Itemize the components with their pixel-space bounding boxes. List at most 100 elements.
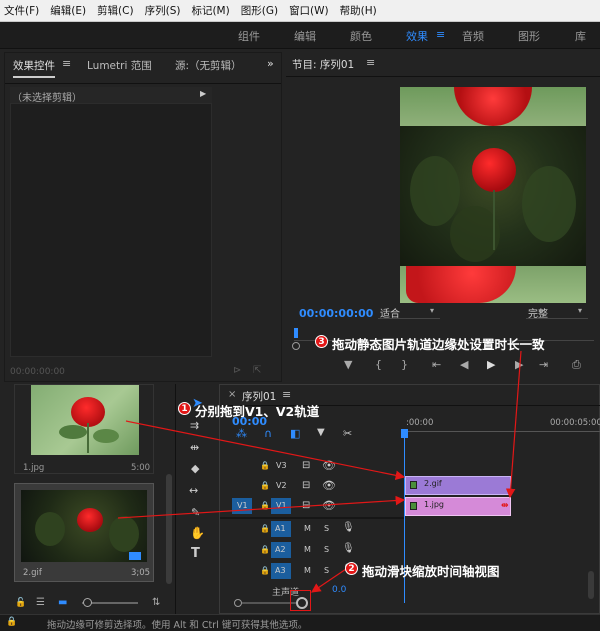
sort-icon[interactable]: ⇅ <box>152 597 160 608</box>
solo-button[interactable]: S <box>324 524 329 533</box>
menu-help[interactable]: 帮助(H) <box>340 3 377 18</box>
mark-out-icon[interactable]: } <box>401 358 408 371</box>
workspace-graphics[interactable]: 图形 <box>518 28 540 44</box>
lock-icon[interactable]: 🔒 <box>260 545 270 554</box>
clip-2gif[interactable]: 2.gif <box>405 476 511 495</box>
track-target-a3[interactable]: A3 <box>271 563 291 579</box>
mute-button[interactable]: M <box>304 524 311 533</box>
track-v1: V1 🔒 V1 ⊟ 👁 <box>220 497 404 517</box>
quality-dropdown[interactable]: 完整 ▾ <box>526 305 588 320</box>
timeline-zoom-bar[interactable] <box>242 602 296 604</box>
eye-icon[interactable]: 👁 <box>322 499 336 512</box>
timeline-menu-icon[interactable]: ≡ <box>282 388 291 401</box>
go-to-out-icon[interactable]: ⇥ <box>539 358 548 371</box>
menu-file[interactable]: 文件(F) <box>4 3 39 18</box>
workspace-menu-icon[interactable]: ≡ <box>436 28 445 41</box>
track-target-a1[interactable]: A1 <box>271 521 291 537</box>
slip-tool-icon[interactable]: ↔ <box>189 484 198 497</box>
workspace-effects[interactable]: 效果 <box>406 28 428 44</box>
fit-dropdown[interactable]: 适合 ▾ <box>378 305 440 320</box>
workspace-color[interactable]: 颜色 <box>350 28 372 44</box>
workspace-audio[interactable]: 音频 <box>462 28 484 44</box>
go-to-in-icon[interactable]: ⇤ <box>432 358 441 371</box>
workspace-assembly[interactable]: 组件 <box>238 28 260 44</box>
play-icon[interactable]: ▶ <box>487 358 495 371</box>
close-icon[interactable]: × <box>228 389 236 400</box>
playhead-marker[interactable] <box>294 328 298 338</box>
mute-button[interactable]: M <box>304 545 311 554</box>
source-patch-v1[interactable]: V1 <box>232 498 252 514</box>
snap-icon[interactable]: ∩ <box>264 427 272 440</box>
sync-lock-icon[interactable]: ⊟ <box>302 480 310 491</box>
program-timecode[interactable]: 00:00:00:00 <box>299 307 373 320</box>
project-scrollbar[interactable] <box>166 474 172 584</box>
thumbnail-size-handle[interactable] <box>83 598 92 607</box>
project-item-2[interactable]: 2.gif 3;05 <box>14 483 154 582</box>
program-video-frame[interactable] <box>400 87 586 303</box>
add-marker-icon[interactable]: ▼ <box>344 358 352 371</box>
lock-icon[interactable]: 🔒 <box>260 481 270 490</box>
add-marker-timeline-icon[interactable]: ▼ <box>317 427 325 438</box>
microphone-icon[interactable]: 🎙 <box>342 522 355 533</box>
mute-button[interactable]: M <box>304 566 311 575</box>
settings-wrench-icon[interactable]: ✂ <box>343 427 352 440</box>
menu-graphics[interactable]: 图形(G) <box>241 3 278 18</box>
export-frame-button-icon[interactable]: ⎙ <box>572 358 581 372</box>
time-ruler[interactable] <box>404 431 600 432</box>
linked-selection-icon[interactable]: ◧ <box>290 427 300 440</box>
tab-source[interactable]: 源:（无剪辑） <box>175 58 242 73</box>
menu-sequence[interactable]: 序列(S) <box>145 3 181 18</box>
zoom-handle-left[interactable] <box>292 342 300 350</box>
timeline-vertical-scrollbar[interactable] <box>588 571 594 599</box>
tab-lumetri-scopes[interactable]: Lumetri 范围 <box>87 58 152 73</box>
program-title[interactable]: 节目: 序列01 <box>292 57 354 72</box>
play-only-icon[interactable]: ▶ <box>200 89 206 98</box>
step-back-icon[interactable]: ◀ <box>460 358 468 371</box>
step-forward-icon[interactable]: ▶ <box>515 358 523 371</box>
eye-icon[interactable]: 👁 <box>322 479 336 492</box>
master-volume[interactable]: 0.0 <box>332 585 346 595</box>
hand-tool-icon[interactable]: ✋ <box>190 526 205 540</box>
zoom-start-handle[interactable] <box>234 599 242 607</box>
trim-cursor-icon[interactable]: ⇹ <box>501 501 509 511</box>
project-item-1[interactable]: 1.jpg 5:00 <box>14 384 154 474</box>
track-target-a2[interactable]: A2 <box>271 542 291 558</box>
menu-clip[interactable]: 剪辑(C) <box>97 3 134 18</box>
lock-icon[interactable]: 🔒 <box>260 566 270 575</box>
middle-image-gif <box>400 126 586 266</box>
razor-tool-icon[interactable]: ◆ <box>191 462 199 475</box>
tab-effect-controls[interactable]: 效果控件 <box>13 58 55 78</box>
pen-tool-icon[interactable]: ✎ <box>191 506 200 519</box>
panel-menu-icon[interactable]: ≡ <box>62 57 71 70</box>
workspace-libraries[interactable]: 库 <box>575 28 586 44</box>
filter-icon[interactable]: ⊳ <box>233 365 241 376</box>
track-target-v1[interactable]: V1 <box>271 498 291 514</box>
clip-1jpg[interactable]: 1.jpg <box>405 497 511 516</box>
eye-icon[interactable]: 👁 <box>322 459 336 472</box>
menu-window[interactable]: 窗口(W) <box>289 3 329 18</box>
ripple-edit-icon[interactable]: ⇹ <box>190 441 199 454</box>
solo-button[interactable]: S <box>324 566 329 575</box>
lock-icon[interactable]: 🔓 <box>15 598 26 608</box>
workspace-editing[interactable]: 编辑 <box>294 28 316 44</box>
export-frame-icon[interactable]: ⇱ <box>253 365 261 376</box>
icon-view-icon[interactable]: ▬ <box>58 597 67 608</box>
mark-in-icon[interactable]: { <box>375 358 382 371</box>
list-view-icon[interactable]: ☰ <box>36 597 45 608</box>
microphone-icon[interactable]: 🎙 <box>342 543 355 554</box>
program-menu-icon[interactable]: ≡ <box>366 56 375 69</box>
playhead-handle[interactable] <box>401 429 408 438</box>
lock-icon[interactable]: 🔒 <box>260 501 270 510</box>
menu-marker[interactable]: 标记(M) <box>191 3 229 18</box>
track-select-icon[interactable]: ⇉ <box>190 419 199 432</box>
lock-icon[interactable]: 🔒 <box>260 461 270 470</box>
sync-lock-icon[interactable]: ⊟ <box>302 460 310 471</box>
menu-edit[interactable]: 编辑(E) <box>50 3 86 18</box>
expand-panels-icon[interactable]: » <box>267 57 274 70</box>
nest-toggle-icon[interactable]: ⁂ <box>236 427 247 440</box>
type-tool-icon[interactable]: T <box>191 546 200 561</box>
lock-icon[interactable]: 🔒 <box>260 524 270 533</box>
sequence-badge-icon <box>129 552 141 560</box>
sync-lock-icon[interactable]: ⊟ <box>302 500 310 511</box>
solo-button[interactable]: S <box>324 545 329 554</box>
